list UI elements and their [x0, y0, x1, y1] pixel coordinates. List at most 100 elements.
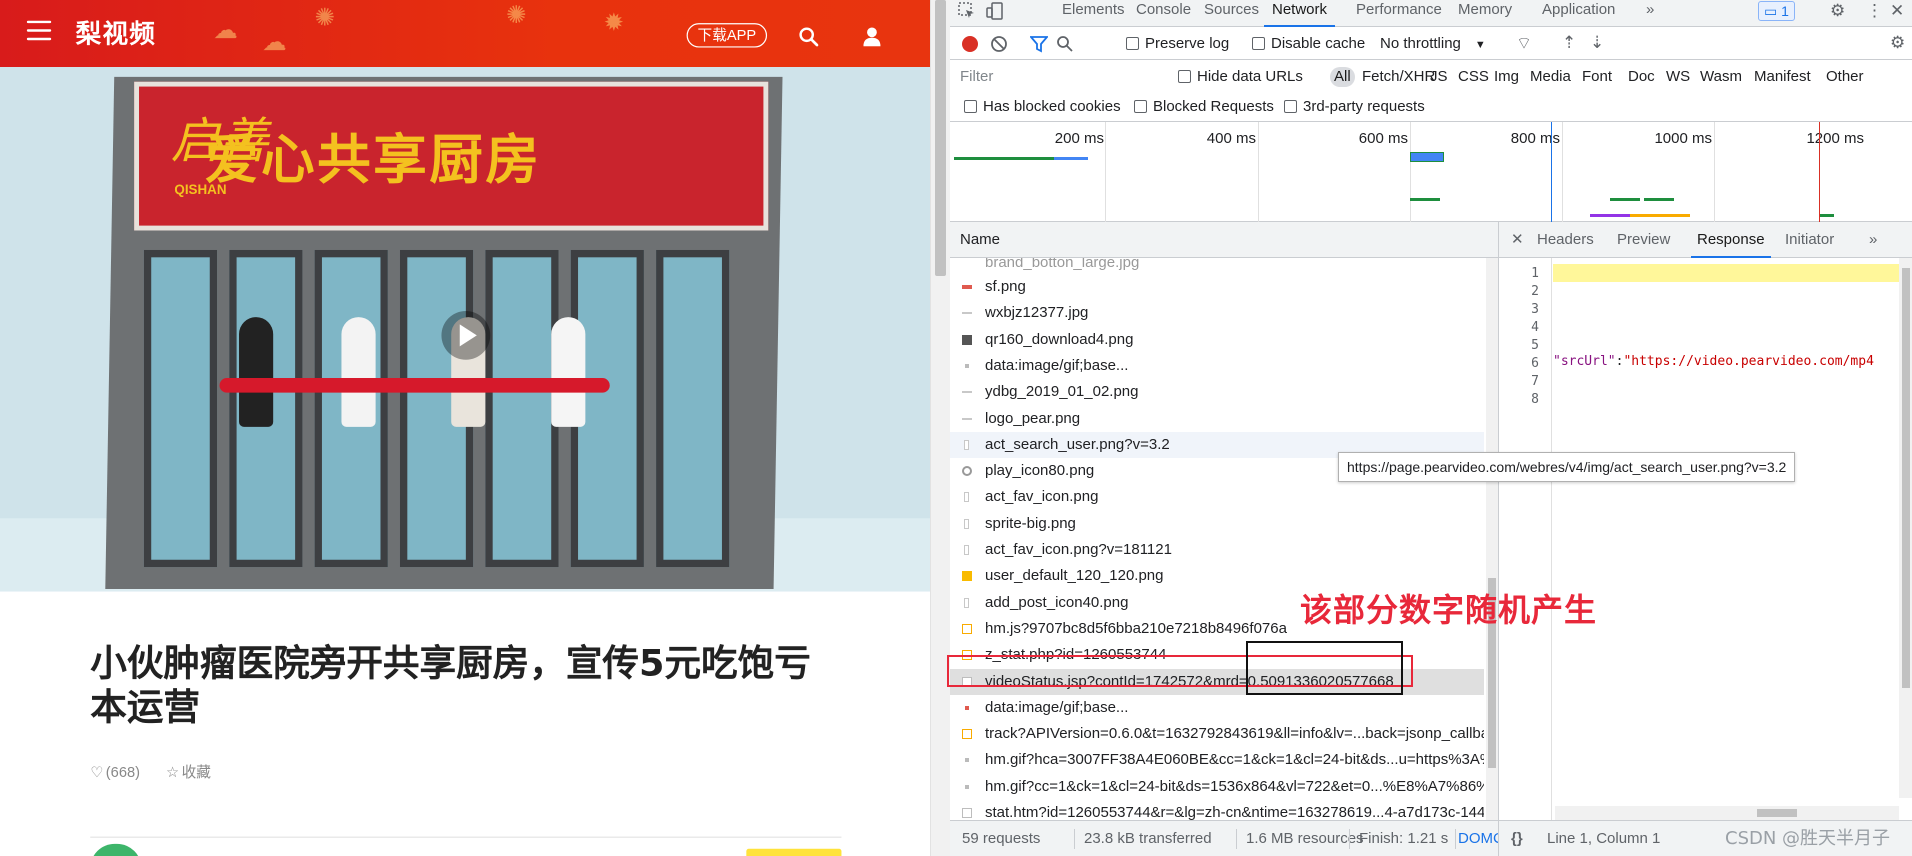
- throttling-select[interactable]: No throttling ▼: [1380, 34, 1486, 54]
- type-filter-all[interactable]: All: [1330, 67, 1355, 87]
- more-tabs-icon[interactable]: »: [1638, 0, 1662, 27]
- request-row[interactable]: qr160_download4.png: [950, 327, 1484, 353]
- type-filter-media[interactable]: Media: [1530, 67, 1571, 87]
- disable-cache-checkbox[interactable]: Disable cache: [1252, 34, 1365, 54]
- code-horizontal-scrollbar[interactable]: [1555, 806, 1899, 820]
- tab-performance[interactable]: Performance: [1348, 0, 1450, 27]
- type-filter-fetch-xhr[interactable]: Fetch/XHR: [1362, 67, 1435, 87]
- device-toolbar-icon[interactable]: [986, 2, 1004, 20]
- gear-icon[interactable]: ⚙: [1890, 33, 1905, 53]
- type-filter-img[interactable]: Img: [1494, 67, 1519, 87]
- filter-input[interactable]: Filter: [960, 66, 1170, 88]
- type-filter-js[interactable]: JS: [1430, 67, 1448, 87]
- request-row[interactable]: sprite-big.png: [950, 511, 1484, 537]
- request-name: add_post_icon40.png: [985, 593, 1129, 611]
- type-filter-css[interactable]: CSS: [1458, 67, 1489, 87]
- tab-headers[interactable]: Headers: [1531, 222, 1600, 258]
- third-party-checkbox[interactable]: 3rd-party requests: [1284, 97, 1425, 117]
- record-icon[interactable]: [962, 36, 978, 52]
- play-icon[interactable]: [441, 310, 491, 360]
- video-player[interactable]: 启善 QISHAN 爱心共享厨房: [0, 67, 930, 592]
- timeline-gridline: [1258, 122, 1259, 222]
- clear-icon[interactable]: [990, 35, 1008, 53]
- tab-sources[interactable]: Sources: [1196, 0, 1267, 27]
- blocked-requests-checkbox[interactable]: Blocked Requests: [1134, 97, 1274, 117]
- gear-icon[interactable]: ⚙: [1830, 1, 1845, 21]
- close-icon[interactable]: ✕: [1505, 222, 1530, 258]
- type-filter-font[interactable]: Font: [1582, 67, 1612, 87]
- like-button[interactable]: ♡ (668): [90, 763, 140, 780]
- search-icon[interactable]: [1056, 35, 1074, 53]
- search-icon[interactable]: [799, 27, 819, 47]
- user-icon[interactable]: [863, 27, 881, 47]
- avatar[interactable]: [90, 843, 142, 856]
- request-row[interactable]: data:image/gif;base...: [950, 353, 1484, 379]
- response-code-view[interactable]: 1 2 3 4 5 6 7 8 "srcUrl":"https://video.pearvid…: [1498, 258, 1912, 820]
- request-row[interactable]: stat.htm?id=1260553744&r=&lg=zh-cn&ntime…: [950, 800, 1484, 820]
- video-window: [143, 249, 218, 568]
- timeline-tick: 1000 ms: [1654, 130, 1712, 147]
- site-logo[interactable]: 梨视频: [76, 15, 156, 52]
- hide-data-urls-checkbox[interactable]: Hide data URLs: [1178, 67, 1303, 87]
- tab-preview[interactable]: Preview: [1611, 222, 1676, 258]
- request-row[interactable]: act_fav_icon.png?v=181121: [950, 537, 1484, 563]
- request-row[interactable]: data:image/gif;base...: [950, 695, 1484, 721]
- collect-button[interactable]: ☆ 收藏: [166, 761, 211, 782]
- request-row[interactable]: hm.gif?cc=1&ck=1&cl=24-bit&ds=1536x864&v…: [950, 774, 1484, 800]
- pretty-print-icon[interactable]: {}: [1511, 821, 1523, 856]
- close-icon[interactable]: ✕: [1890, 1, 1904, 21]
- name-column-header[interactable]: Name: [950, 222, 1498, 258]
- type-filter-manifest[interactable]: Manifest: [1754, 67, 1811, 87]
- request-row[interactable]: wxbjz12377.jpg: [950, 300, 1484, 326]
- type-filter-other[interactable]: Other: [1826, 67, 1864, 87]
- third-party-label: 3rd-party requests: [1303, 98, 1425, 115]
- more-tabs-icon[interactable]: »: [1863, 222, 1883, 258]
- domcontentloaded-time: DOMCc: [1458, 830, 1498, 847]
- type-filter-wasm[interactable]: Wasm: [1700, 67, 1742, 87]
- file-type-icon: [964, 518, 969, 529]
- type-filter-ws[interactable]: WS: [1666, 67, 1690, 87]
- tab-response[interactable]: Response: [1691, 222, 1771, 258]
- request-list-scrollbar[interactable]: [1486, 258, 1498, 820]
- import-har-icon[interactable]: ⇡: [1562, 33, 1576, 53]
- request-row[interactable]: logo_pear.png: [950, 406, 1484, 432]
- page-scrollbar-thumb[interactable]: [935, 0, 946, 276]
- video-person: [239, 317, 274, 427]
- blocked-cookies-checkbox[interactable]: Has blocked cookies: [964, 97, 1121, 117]
- scrollbar-thumb[interactable]: [1757, 809, 1797, 817]
- tab-network[interactable]: Network: [1264, 0, 1336, 27]
- wifi-settings-icon[interactable]: ⌔: [1516, 33, 1532, 54]
- status-separator: [1349, 829, 1350, 849]
- export-har-icon[interactable]: ⇣: [1590, 33, 1604, 53]
- tab-initiator[interactable]: Initiator: [1779, 222, 1840, 258]
- request-row[interactable]: ydbg_2019_01_02.png: [950, 379, 1484, 405]
- timeline-gridline: [1105, 122, 1106, 222]
- page-scrollbar[interactable]: [930, 0, 950, 856]
- tab-application[interactable]: Application: [1534, 0, 1623, 27]
- site-header: 梨视频 ☁ ☁ ✺ ✺ ✹ 下载APP: [0, 0, 930, 68]
- menu-icon[interactable]: [26, 20, 52, 41]
- request-name: play_icon80.png: [985, 462, 1095, 480]
- request-row[interactable]: hm.gif?hca=3007FF38A4E060BE&cc=1&ck=1&cl…: [950, 747, 1484, 773]
- issues-badge[interactable]: ▭ 1: [1758, 1, 1795, 21]
- request-row[interactable]: sf.png: [950, 274, 1484, 300]
- request-name: sprite-big.png: [985, 514, 1076, 532]
- inspect-element-icon[interactable]: [958, 2, 976, 20]
- scrollbar-thumb[interactable]: [1902, 268, 1910, 688]
- tab-elements[interactable]: Elements: [1054, 0, 1133, 27]
- throttling-label: No throttling: [1380, 35, 1461, 52]
- video-sign-title: 爱心共享厨房: [204, 129, 542, 192]
- preserve-log-checkbox[interactable]: Preserve log: [1126, 34, 1229, 54]
- tab-console[interactable]: Console: [1128, 0, 1199, 27]
- filter-icon[interactable]: [1030, 35, 1048, 53]
- follow-button[interactable]: [746, 848, 842, 856]
- more-vertical-icon[interactable]: ⋮: [1866, 1, 1883, 21]
- request-name: hm.js?9707bc8d5f6bba210e7218b8496f076a: [985, 619, 1287, 637]
- type-filter-doc[interactable]: Doc: [1628, 67, 1655, 87]
- request-row[interactable]: act_fav_icon.png: [950, 484, 1484, 510]
- download-app-button[interactable]: 下载APP: [686, 23, 768, 48]
- tab-memory[interactable]: Memory: [1450, 0, 1520, 27]
- network-timeline[interactable]: 200 ms 400 ms 600 ms 800 ms 1000 ms 1200…: [950, 122, 1912, 222]
- code-vertical-scrollbar[interactable]: [1899, 258, 1912, 798]
- request-row[interactable]: track?APIVersion=0.6.0&t=1632792843619&l…: [950, 721, 1484, 747]
